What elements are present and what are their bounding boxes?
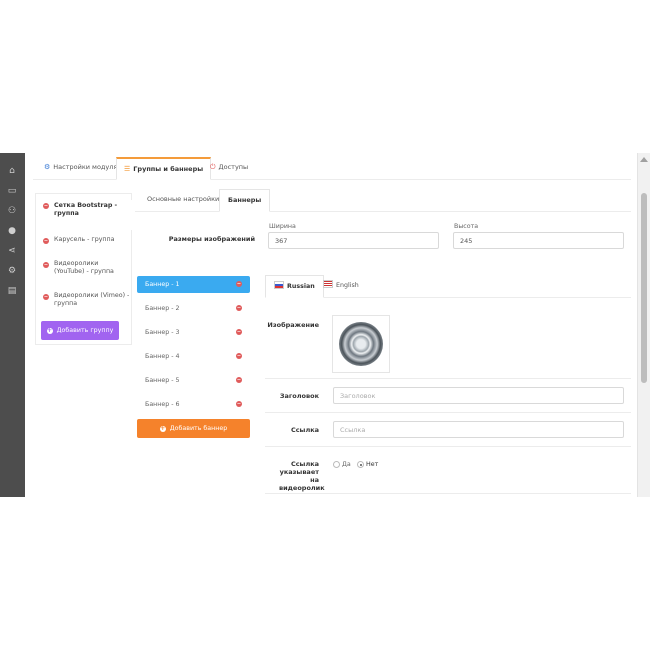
image-field-label: Изображение xyxy=(267,321,319,329)
video-link-label: Ссылка указывает на видеоролик xyxy=(279,460,325,492)
group-item[interactable]: − Карусель - группа xyxy=(36,236,130,248)
remove-icon[interactable]: − xyxy=(236,401,242,407)
divider xyxy=(265,493,631,494)
scroll-up-icon[interactable] xyxy=(640,157,648,162)
module-tabs: ⚙ Настройки модуля ☰ Группы и баннеры ⏻ Дос… xyxy=(33,157,631,180)
group-settings-tabs: Основные настройки Баннеры xyxy=(135,189,631,212)
banner-item[interactable]: Баннер - 5− xyxy=(137,372,250,389)
title-field-label: Заголовок xyxy=(279,392,319,400)
banner-item[interactable]: Баннер - 3− xyxy=(137,324,250,341)
divider xyxy=(265,378,631,379)
plus-icon: + xyxy=(159,425,166,432)
power-icon: ⏻ xyxy=(210,163,216,171)
banner-image-thumbnail[interactable] xyxy=(332,315,390,373)
group-item[interactable]: − Видеоролики (Vimeo) - группа xyxy=(36,292,130,312)
groups-list: − Сетка Bootstrap - группа − Карусель - … xyxy=(35,193,132,345)
tab-english[interactable]: English xyxy=(315,275,367,296)
monitor-icon[interactable]: ▭ xyxy=(6,185,18,197)
scrollbar[interactable] xyxy=(637,153,650,497)
tab-access[interactable]: ⏻ Доступы xyxy=(203,157,255,178)
group-item[interactable]: − Видеоролики (YouTube) - группа xyxy=(36,260,130,280)
left-sidebar: ⌂ ▭ ⚇ ● ⋖ ⚙ ▤ xyxy=(0,153,25,497)
share-icon[interactable]: ⋖ xyxy=(6,245,18,257)
add-banner-button[interactable]: + Добавить баннер xyxy=(137,419,250,438)
link-field-label: Ссылка xyxy=(290,426,319,434)
list-icon: ☰ xyxy=(124,165,131,173)
no-label: Нет xyxy=(366,461,379,468)
remove-icon[interactable]: − xyxy=(236,377,242,383)
banner-item[interactable]: Баннер - 1− xyxy=(137,276,250,293)
scrollbar-thumb[interactable] xyxy=(641,193,647,383)
width-input[interactable]: 367 xyxy=(268,232,439,249)
bar-chart-icon[interactable]: ▤ xyxy=(6,285,18,297)
uk-flag-icon xyxy=(323,280,333,288)
video-link-no-radio[interactable] xyxy=(357,461,364,468)
link-input[interactable]: Ссылка xyxy=(333,421,624,438)
cart-icon[interactable]: ⚇ xyxy=(6,205,18,217)
tab-groups-banners[interactable]: ☰ Группы и баннеры xyxy=(116,157,212,180)
tab-basic-settings[interactable]: Основные настройки xyxy=(139,189,227,210)
home-icon[interactable]: ⌂ xyxy=(6,165,18,177)
divider xyxy=(265,412,631,413)
app-window: ⌂ ▭ ⚇ ● ⋖ ⚙ ▤ ⚙ Настройки модуля ☰ Группы … xyxy=(0,153,650,497)
tab-banners[interactable]: Баннеры xyxy=(219,189,271,212)
width-label: Ширина xyxy=(269,223,296,230)
group-item[interactable]: − Сетка Bootstrap - группа xyxy=(36,200,132,230)
remove-icon[interactable]: − xyxy=(236,353,242,359)
main-content: ⚙ Настройки модуля ☰ Группы и баннеры ⏻ Дос… xyxy=(25,153,638,497)
video-link-yes-radio[interactable] xyxy=(333,461,340,468)
remove-icon[interactable]: − xyxy=(236,305,242,311)
remove-icon[interactable]: − xyxy=(236,281,242,287)
plus-icon: + xyxy=(46,327,53,334)
image-size-label: Размеры изображений xyxy=(168,235,255,243)
gear-icon: ⚙ xyxy=(44,163,51,171)
height-label: Высота xyxy=(454,223,479,230)
height-input[interactable]: 245 xyxy=(453,232,624,249)
tab-module-settings[interactable]: ⚙ Настройки модуля xyxy=(37,157,124,178)
yes-label: Да xyxy=(342,461,351,468)
remove-icon[interactable]: − xyxy=(236,329,242,335)
user-icon[interactable]: ● xyxy=(6,225,18,237)
language-tabs: Russian English xyxy=(265,275,631,298)
banner-item[interactable]: Баннер - 6− xyxy=(137,396,250,413)
add-group-button[interactable]: + Добавить группу xyxy=(41,321,119,340)
banner-item[interactable]: Баннер - 4− xyxy=(137,348,250,365)
russia-flag-icon xyxy=(274,281,284,289)
gear-icon[interactable]: ⚙ xyxy=(6,265,18,277)
banner-image xyxy=(339,322,383,366)
banner-item[interactable]: Баннер - 2− xyxy=(137,300,250,317)
divider xyxy=(265,446,631,447)
title-input[interactable]: Заголовок xyxy=(333,387,624,404)
